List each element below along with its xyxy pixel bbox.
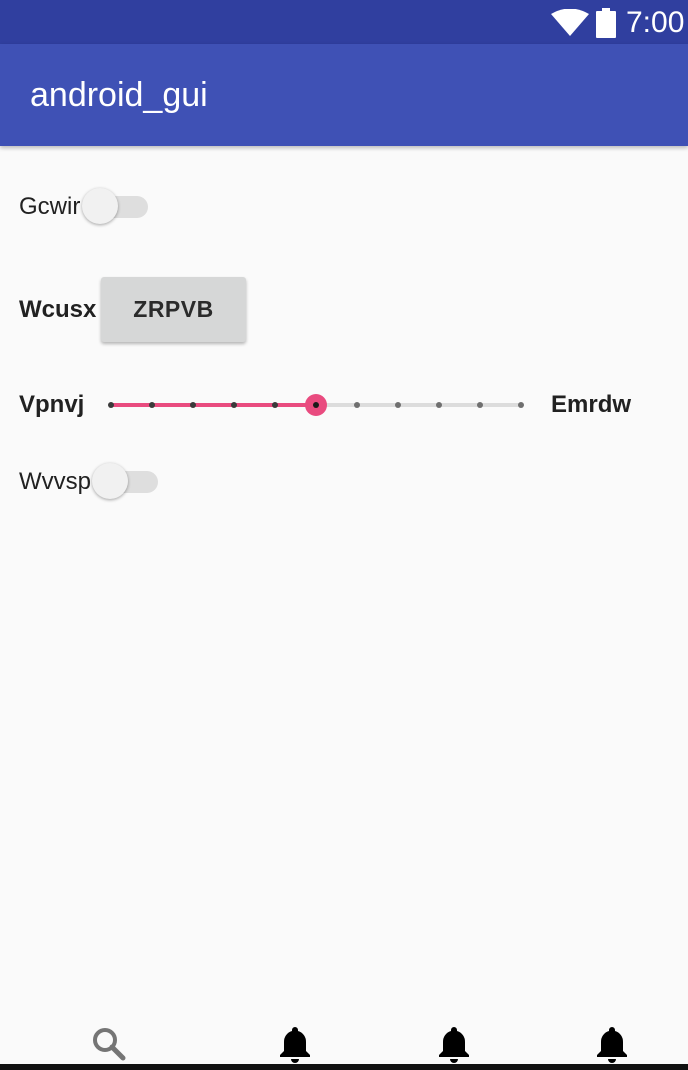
slider-tick: [272, 402, 278, 408]
switch-2-label: Wvvsp: [19, 468, 91, 495]
switch-2-toggle[interactable]: [92, 462, 158, 502]
slider-thumb-center: [313, 402, 319, 408]
slider-left-label: Vpnvj: [19, 391, 85, 418]
system-nav-edge: [0, 1064, 688, 1070]
bell-icon[interactable]: [592, 1024, 632, 1064]
switch-2-thumb: [92, 463, 128, 499]
switch-1-label: Gcwir: [19, 193, 81, 220]
slider-tick: [231, 402, 237, 408]
slider-tick: [190, 402, 196, 408]
bell-icon[interactable]: [434, 1024, 474, 1064]
status-time: 7:00: [626, 6, 685, 39]
slider-tick: [518, 402, 524, 408]
zrpvb-button[interactable]: ZRPVB: [101, 277, 246, 342]
slider-tick: [477, 402, 483, 408]
slider-tick: [149, 402, 155, 408]
switch-1-thumb: [82, 188, 118, 224]
app-bar: android_gui: [0, 44, 688, 146]
slider-tick: [354, 402, 360, 408]
switch-1-toggle[interactable]: [82, 187, 148, 227]
discrete-slider[interactable]: [100, 385, 532, 425]
battery-icon: [596, 8, 616, 38]
bell-icon[interactable]: [275, 1024, 315, 1064]
slider-tick: [395, 402, 401, 408]
slider-tick: [436, 402, 442, 408]
button-row-label: Wcusx: [19, 296, 97, 323]
search-icon[interactable]: [89, 1024, 129, 1064]
wifi-icon: [551, 9, 589, 36]
slider-right-label: Emrdw: [551, 391, 632, 418]
status-bar: 7:00: [0, 0, 688, 44]
app-title: android_gui: [30, 76, 208, 114]
bottom-navigation: [0, 1012, 688, 1070]
slider-tick: [108, 402, 114, 408]
